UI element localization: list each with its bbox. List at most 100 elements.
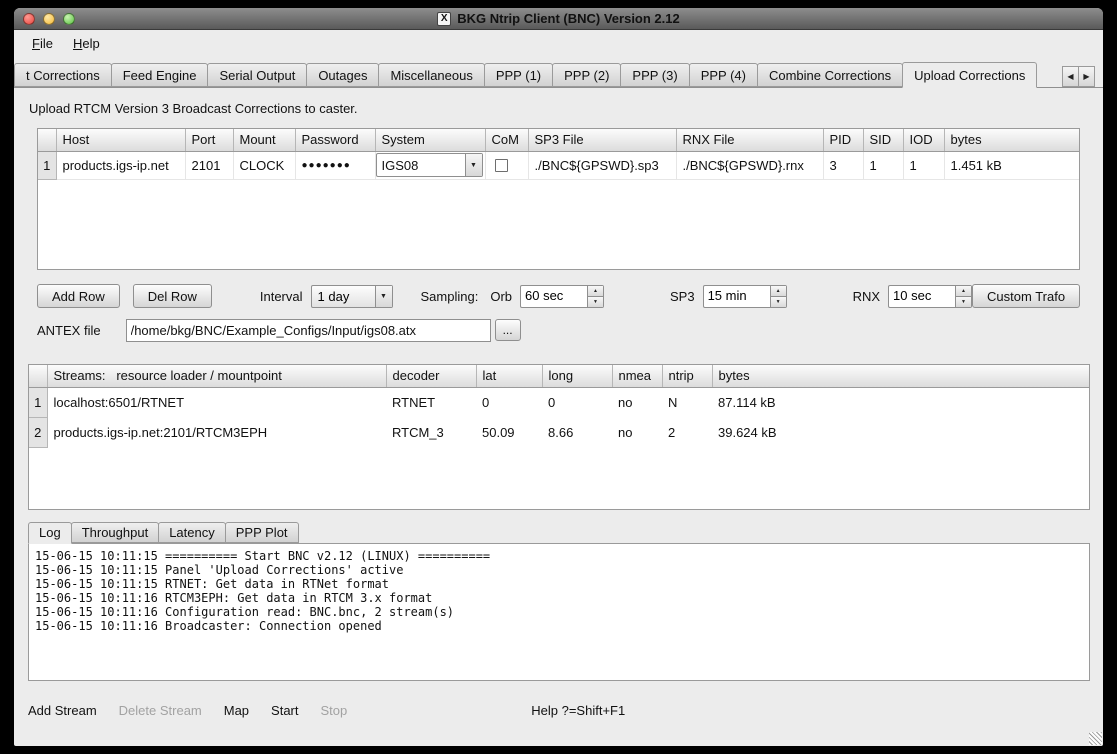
system-combobox-value: IGS08 [377,158,465,173]
tab-miscellaneous[interactable]: Miscellaneous [378,63,484,87]
upload-table-header-row: Host Port Mount Password System CoM SP3 … [38,129,1079,151]
x11-icon: X [437,12,451,26]
tab-feed-engine[interactable]: Feed Engine [111,63,209,87]
cell-sid[interactable]: 1 [863,151,903,179]
interval-combobox[interactable]: 1 day ▼ [311,285,393,308]
header-long[interactable]: long [542,365,612,387]
header-decoder[interactable]: decoder [386,365,476,387]
custom-trafo-button[interactable]: Custom Trafo [972,284,1080,308]
chevron-down-icon: ▼ [470,162,477,169]
header-sid[interactable]: SID [863,129,903,151]
menu-file[interactable]: File [24,33,61,54]
log-panel[interactable]: 15-06-15 10:11:15 ========== Start BNC v… [28,543,1090,681]
cell-bytes: 1.451 kB [944,151,1079,179]
header-system[interactable]: System [375,129,485,151]
upload-table-frame: Host Port Mount Password System CoM SP3 … [37,128,1080,270]
antex-row: ANTEX file ... [37,318,1080,342]
antex-file-input[interactable] [126,319,491,342]
cell-password[interactable]: ●●●●●●● [295,151,375,179]
tab-serial-output[interactable]: Serial Output [207,63,307,87]
cell-sp3-file[interactable]: ./BNC${GPSWD}.sp3 [528,151,676,179]
cell-host[interactable]: products.igs-ip.net [56,151,185,179]
zoom-button[interactable] [63,13,75,25]
header-sp3-file[interactable]: SP3 File [528,129,676,151]
cell-decoder: RTCM_3 [386,417,476,447]
resize-grip[interactable] [1089,732,1102,745]
header-mountpoint[interactable]: Streams: resource loader / mountpoint [47,365,386,387]
sp3-spinbox[interactable]: 15 min ▲ ▼ [703,285,787,308]
spin-up-button[interactable]: ▲ [956,286,971,297]
header-nmea[interactable]: nmea [612,365,662,387]
panel-description: Upload RTCM Version 3 Broadcast Correcti… [29,101,1103,116]
triangle-down-icon: ▼ [776,299,781,305]
start-action[interactable]: Start [271,703,298,718]
triangle-down-icon: ▼ [593,299,598,305]
tab-ppp-2[interactable]: PPP (2) [552,63,621,87]
spin-down-button[interactable]: ▼ [588,297,603,307]
del-row-button[interactable]: Del Row [133,284,212,308]
tab-ppp-1[interactable]: PPP (1) [484,63,553,87]
com-checkbox[interactable] [495,159,508,172]
tab-ppp-plot[interactable]: PPP Plot [225,522,299,543]
tab-combine-corrections[interactable]: Combine Corrections [757,63,903,87]
add-row-button[interactable]: Add Row [37,284,120,308]
tab-latency[interactable]: Latency [158,522,226,543]
tab-upload-corrections[interactable]: Upload Corrections [902,62,1037,88]
header-password[interactable]: Password [295,129,375,151]
header-bytes[interactable]: bytes [944,129,1079,151]
tab-broadcast-corrections[interactable]: t Corrections [14,63,112,87]
interval-combo-arrow[interactable]: ▼ [375,286,392,307]
header-ntrip[interactable]: ntrip [662,365,712,387]
log-line: 15-06-15 10:11:16 Configuration read: BN… [35,605,1083,619]
delete-stream-action: Delete Stream [119,703,202,718]
bnc-window: X BKG Ntrip Client (BNC) Version 2.12 Fi… [14,8,1103,746]
cell-iod[interactable]: 1 [903,151,944,179]
map-action[interactable]: Map [224,703,249,718]
tab-scroll-left-button[interactable]: ◀ [1062,66,1079,87]
cell-mount[interactable]: CLOCK [233,151,295,179]
orb-spinbox[interactable]: 60 sec ▲ ▼ [520,285,604,308]
triangle-up-icon: ▲ [776,288,781,294]
cell-bytes: 87.114 kB [712,387,1089,417]
add-stream-action[interactable]: Add Stream [28,703,97,718]
spin-down-button[interactable]: ▼ [771,297,786,307]
header-pid[interactable]: PID [823,129,863,151]
header-iod[interactable]: IOD [903,129,944,151]
tab-outages[interactable]: Outages [306,63,379,87]
header-port[interactable]: Port [185,129,233,151]
antex-browse-button[interactable]: ... [495,319,521,341]
header-bytes[interactable]: bytes [712,365,1089,387]
cell-port[interactable]: 2101 [185,151,233,179]
header-com[interactable]: CoM [485,129,528,151]
cell-ntrip: 2 [662,417,712,447]
menu-help[interactable]: Help [65,33,108,54]
system-combobox[interactable]: IGS08 ▼ [376,153,483,177]
rnx-label: RNX [853,289,880,304]
header-host[interactable]: Host [56,129,185,151]
stream-row[interactable]: 2 products.igs-ip.net:2101/RTCM3EPH RTCM… [29,417,1089,447]
spin-up-button[interactable]: ▲ [771,286,786,297]
rnx-spinbox[interactable]: 10 sec ▲ ▼ [888,285,972,308]
tab-log[interactable]: Log [28,522,72,544]
title-bar[interactable]: X BKG Ntrip Client (BNC) Version 2.12 [14,8,1103,30]
header-rnx-file[interactable]: RNX File [676,129,823,151]
spin-down-button[interactable]: ▼ [956,297,971,307]
header-mount[interactable]: Mount [233,129,295,151]
minimize-button[interactable] [43,13,55,25]
header-lat[interactable]: lat [476,365,542,387]
orb-label: Orb [490,289,512,304]
tab-ppp-3[interactable]: PPP (3) [620,63,689,87]
close-button[interactable] [23,13,35,25]
stream-row[interactable]: 1 localhost:6501/RTNET RTNET 0 0 no N 87… [29,387,1089,417]
cell-system: IGS08 ▼ [375,151,485,179]
left-arrow-icon: ◀ [1067,72,1073,81]
tab-scroll-right-button[interactable]: ▶ [1078,66,1095,87]
cell-rnx-file[interactable]: ./BNC${GPSWD}.rnx [676,151,823,179]
antex-label: ANTEX file [37,323,101,338]
combo-arrow-button[interactable]: ▼ [465,154,482,176]
menu-bar: File Help [14,30,1103,56]
cell-pid[interactable]: 3 [823,151,863,179]
spin-up-button[interactable]: ▲ [588,286,603,297]
tab-throughput[interactable]: Throughput [71,522,160,543]
tab-ppp-4[interactable]: PPP (4) [689,63,758,87]
